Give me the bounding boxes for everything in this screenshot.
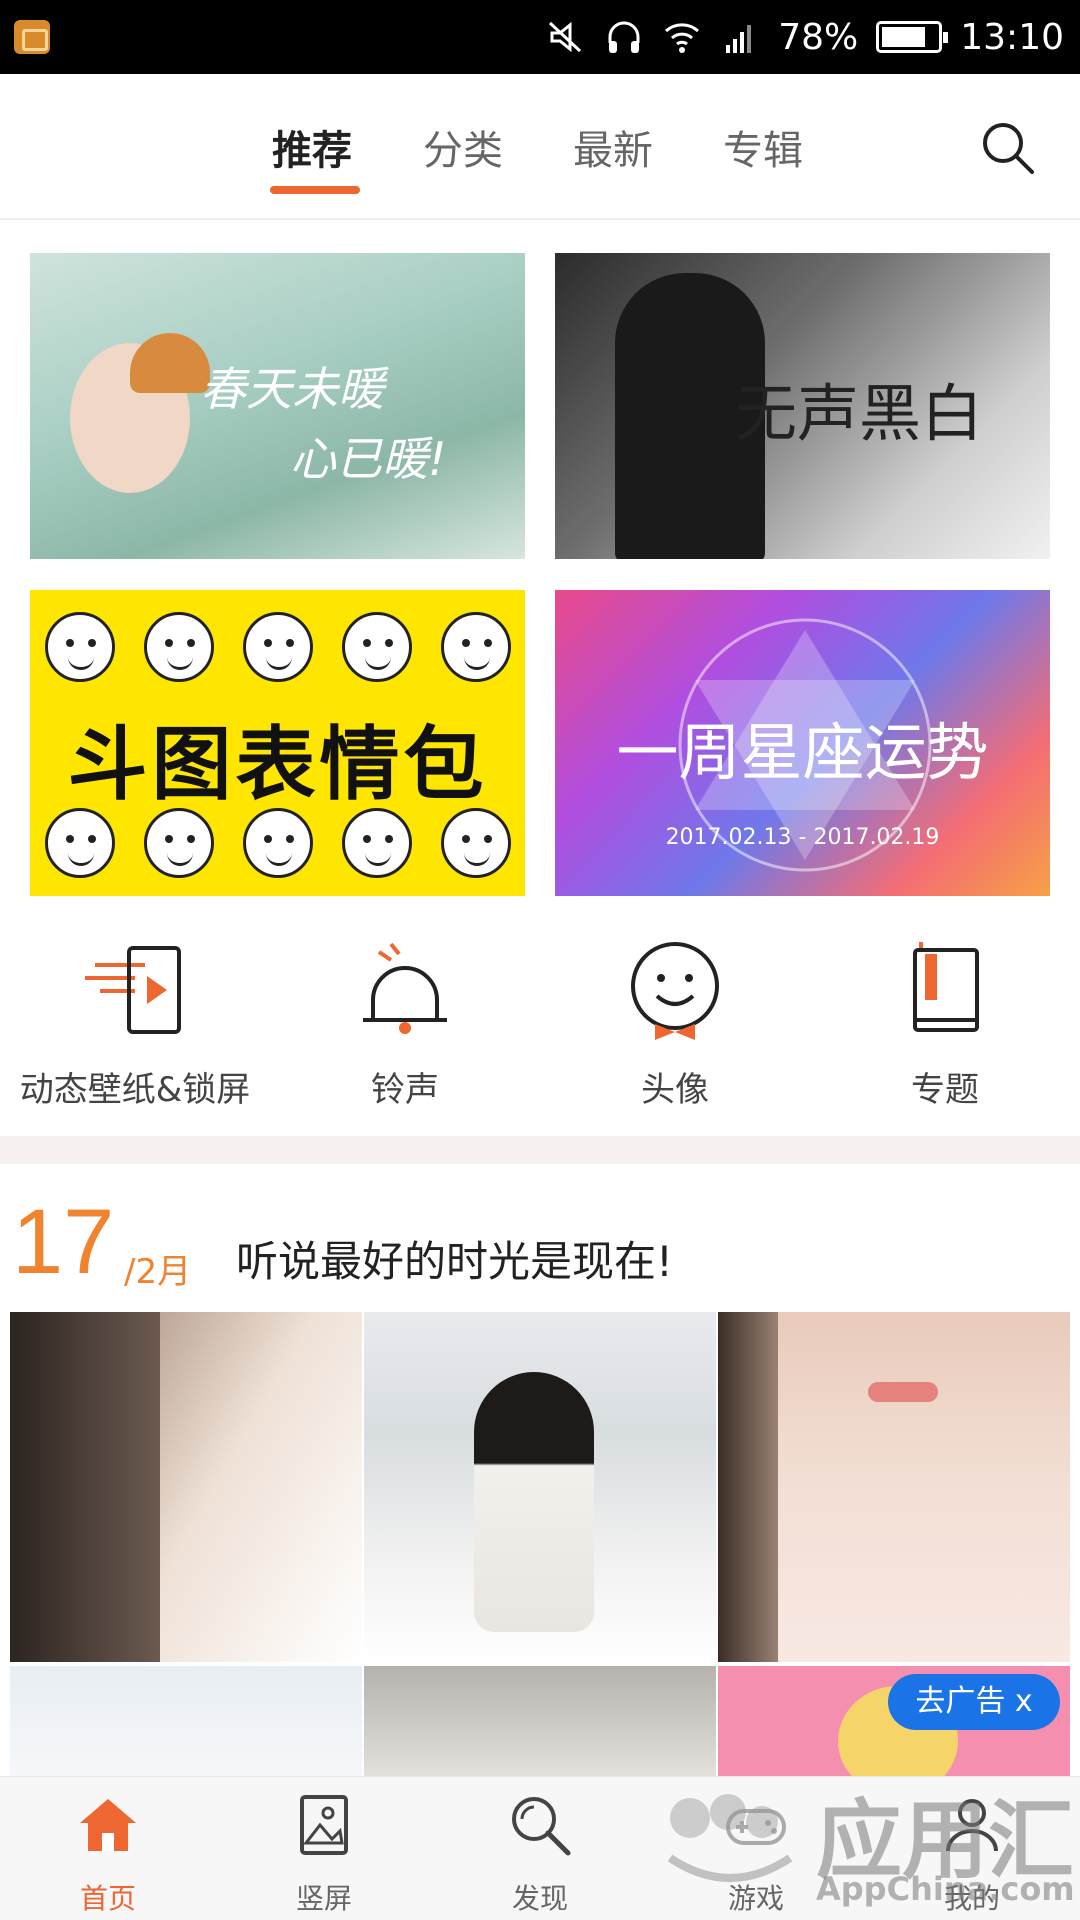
appchina-logo-icon <box>667 1794 793 1882</box>
category-live-wallpaper[interactable]: 动态壁纸&锁屏 <box>0 940 270 1110</box>
section-divider <box>0 1136 1080 1164</box>
banner-date: 2017.02.13 - 2017.02.19 <box>665 825 940 850</box>
bell-icon <box>363 942 447 1034</box>
home-icon <box>80 1799 136 1851</box>
category-label: 头像 <box>641 1070 709 1110</box>
watermark-subtitle: AppChina.com <box>816 1870 1075 1908</box>
app-icon <box>14 20 50 54</box>
meme-face-icon <box>440 808 511 878</box>
wallpaper-thumb[interactable] <box>10 1666 362 1786</box>
mute-icon <box>549 21 582 53</box>
nav-portrait[interactable]: 竖屏 <box>216 1777 432 1920</box>
banner-title: 无声黑白 <box>735 377 984 450</box>
girl-figure <box>474 1372 594 1632</box>
tab-recommend[interactable]: 推荐 <box>272 118 352 176</box>
picture-icon <box>300 1795 348 1855</box>
meme-face-icon <box>143 612 214 682</box>
nav-home[interactable]: 首页 <box>0 1777 216 1920</box>
banner-title-line1: 春天未暖 <box>200 362 384 416</box>
nav-label: 发现 <box>511 1882 568 1915</box>
wallpaper-thumb[interactable] <box>364 1312 716 1662</box>
banner-black-white[interactable]: 无声黑白 <box>555 253 1050 559</box>
remove-ad-button[interactable]: 去广告 x <box>888 1674 1060 1730</box>
top-tab-bar: 推荐 分类 最新 专辑 <box>0 74 1080 220</box>
banner-title-line2: 心已暖! <box>290 432 447 486</box>
beret-image <box>130 333 210 393</box>
battery-percent: 78% <box>778 16 859 58</box>
nav-label: 首页 <box>79 1882 136 1915</box>
hair-shape <box>718 1312 778 1662</box>
headphones-icon <box>608 21 640 53</box>
meme-face-icon <box>44 808 115 878</box>
wallpaper-thumb[interactable] <box>718 1312 1070 1662</box>
appchina-watermark: 应用汇 AppChina.com <box>640 1770 1080 1920</box>
meme-face-icon <box>44 612 115 682</box>
search-icon <box>512 1797 571 1856</box>
daily-headline[interactable]: 听说最好的时光是现在! <box>236 1228 673 1289</box>
signal-icon <box>726 25 752 53</box>
battery-icon <box>876 21 949 53</box>
wifi-icon <box>665 23 700 53</box>
wallpaper-thumb[interactable] <box>364 1666 716 1786</box>
banner-memes[interactable]: 斗图表情包 <box>30 590 525 896</box>
meme-face-icon <box>242 808 313 878</box>
category-topic[interactable]: 专题 <box>810 940 1080 1110</box>
banner-title: 一周星座运势 <box>616 716 989 789</box>
banner-title: 斗图表情包 <box>67 718 488 811</box>
meme-face-icon <box>143 808 214 878</box>
meme-row-bottom <box>30 808 525 878</box>
banner-spring[interactable]: 春天未暖 心已暖! <box>30 253 525 559</box>
meme-face-icon <box>341 612 412 682</box>
category-row: 动态壁纸&锁屏 铃声 头像 专题 <box>0 940 1080 1140</box>
daily-day: 17 <box>12 1191 115 1293</box>
tab-category[interactable]: 分类 <box>423 118 503 176</box>
category-label: 铃声 <box>371 1070 439 1110</box>
book-icon <box>913 942 979 1032</box>
meme-face-icon <box>341 808 412 878</box>
clock: 13:10 <box>960 16 1064 58</box>
category-avatar[interactable]: 头像 <box>540 940 810 1110</box>
category-label: 动态壁纸&锁屏 <box>19 1070 251 1110</box>
wallpaper-thumb[interactable] <box>10 1312 362 1662</box>
live-wallpaper-icon <box>85 946 181 1034</box>
status-bar: 78% 13:10 <box>0 0 1080 74</box>
active-tab-indicator <box>270 186 360 194</box>
nav-label: 竖屏 <box>295 1882 352 1915</box>
banner-horoscope[interactable]: 一周星座运势 2017.02.13 - 2017.02.19 <box>555 590 1050 896</box>
category-label: 专题 <box>911 1070 979 1110</box>
search-icon[interactable] <box>978 118 1038 178</box>
meme-row-top <box>30 612 525 682</box>
avatar-face-icon <box>631 942 719 1040</box>
status-icons: 78% 13:10 <box>546 0 1064 74</box>
lips-shape <box>868 1382 938 1402</box>
meme-face-icon <box>242 612 313 682</box>
category-ringtone[interactable]: 铃声 <box>270 940 540 1110</box>
hair-shape <box>10 1312 160 1662</box>
meme-face-icon <box>440 612 511 682</box>
tab-latest[interactable]: 最新 <box>573 118 653 176</box>
nav-discover[interactable]: 发现 <box>432 1777 648 1920</box>
daily-month: /2月 <box>124 1252 192 1292</box>
tab-album[interactable]: 专辑 <box>723 118 803 176</box>
